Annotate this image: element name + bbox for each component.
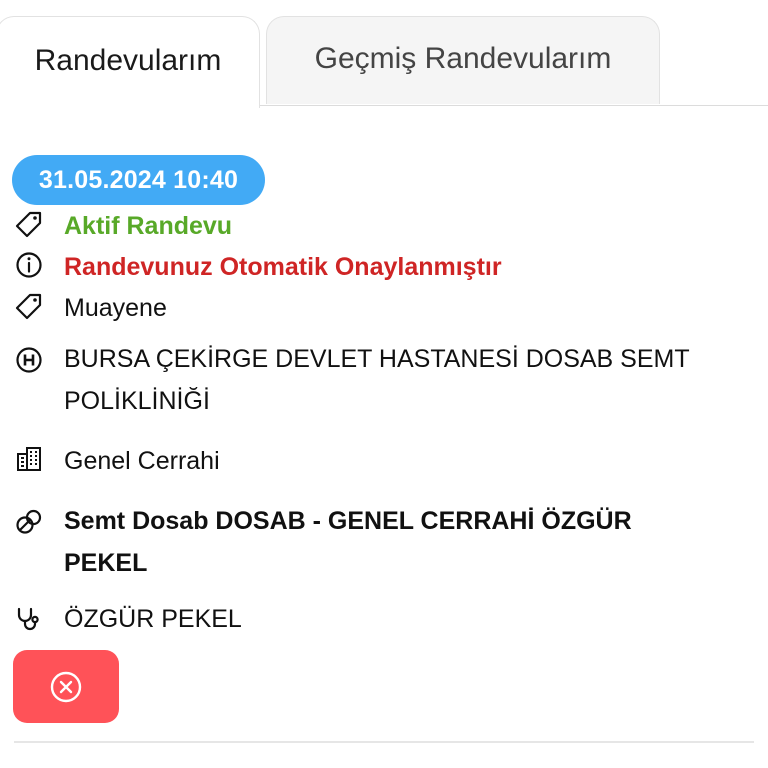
tab-my-appointments[interactable]: Randevularım [0,16,260,108]
close-circle-icon [50,671,82,702]
info-circle-icon [12,248,46,282]
status-row: Aktif Randevu [12,207,232,245]
confirmation-text: Randevunuz Otomatik Onaylanmıştır [64,253,502,281]
hospital-row: BURSA ÇEKİRGE DEVLET HASTANESİ DOSAB SEM… [12,340,712,422]
clinic-text: Semt Dosab DOSAB - GENEL CERRAHİ ÖZGÜR P… [64,507,632,577]
appointment-datetime-badge: 31.05.2024 10:40 [12,155,265,205]
tag-icon [12,207,46,241]
tab-bar-divider [260,105,768,106]
confirmation-row: Randevunuz Otomatik Onaylanmıştır [12,248,502,286]
status-text: Aktif Randevu [64,212,233,240]
tab-past-appointments-label: Geçmiş Randevularım [314,41,612,75]
department-text: Genel Cerrahi [64,447,220,475]
hospital-text: BURSA ÇEKİRGE DEVLET HASTANESİ DOSAB SEM… [64,345,690,415]
doctor-text: ÖZGÜR PEKEL [64,605,242,633]
doctor-row: ÖZGÜR PEKEL [12,600,242,638]
department-row: Genel Cerrahi [12,442,220,480]
pills-icon [12,505,46,539]
tab-bar: Geçmiş Randevularım Randevularım [0,0,768,108]
building-icon [12,442,46,476]
tag-icon [12,289,46,323]
clinic-row: Semt Dosab DOSAB - GENEL CERRAHİ ÖZGÜR P… [12,500,712,584]
appointment-type-text: Muayene [64,294,167,322]
card-divider [14,741,754,743]
tab-past-appointments[interactable]: Geçmiş Randevularım [266,16,660,104]
cancel-appointment-button[interactable] [13,650,119,723]
tab-my-appointments-label: Randevularım [34,43,222,77]
hospital-h-icon [12,343,46,377]
appointment-type-row: Muayene [12,289,167,327]
stethoscope-icon [12,602,46,636]
